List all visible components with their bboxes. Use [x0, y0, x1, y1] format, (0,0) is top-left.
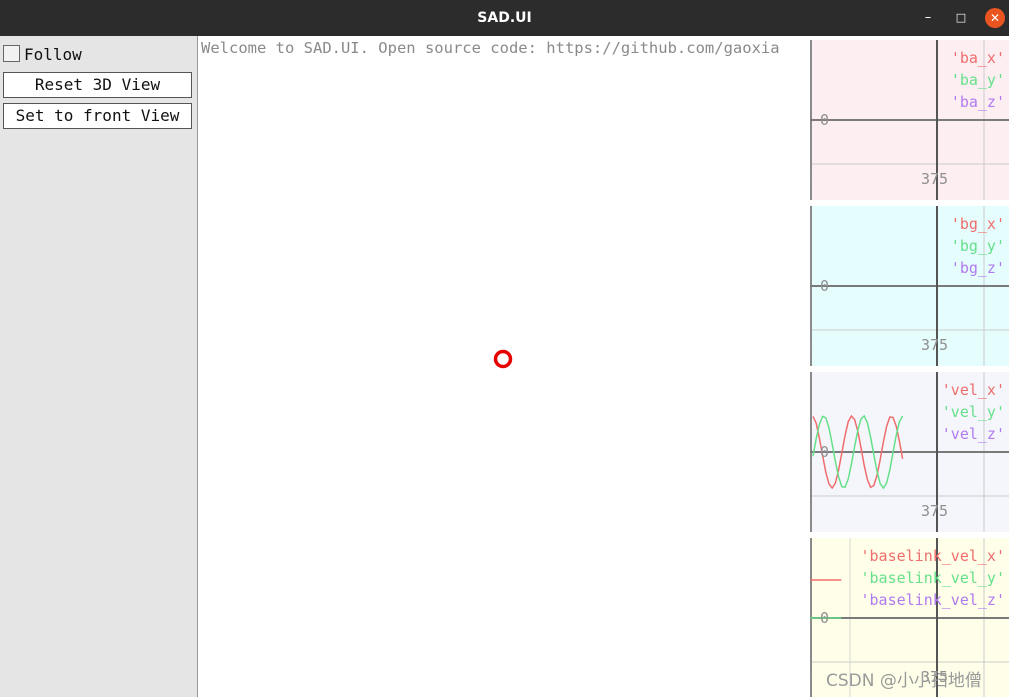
plot-baselink-vel-legend: 'baselink_vel_x' 'baselink_vel_y' 'basel…	[861, 545, 1006, 611]
legend-entry-baselink-vel-y: 'baselink_vel_y'	[860, 569, 1006, 587]
x-tick-label: 375	[921, 170, 949, 188]
set-front-view-button[interactable]: Set to front View	[3, 103, 192, 129]
y-tick-label: 0	[820, 609, 830, 627]
x-tick-label: 0	[810, 336, 813, 354]
control-panel: Follow Reset 3D View Set to front View	[0, 36, 198, 697]
legend-entry-baselink-vel-z: 'baselink_vel_z'	[860, 591, 1006, 609]
x-tick-label: 0	[810, 668, 813, 686]
x-tick-label: 375	[921, 336, 949, 354]
legend-entry-ba-z: 'ba_z'	[950, 93, 1005, 111]
reset-3d-view-button[interactable]: Reset 3D View	[3, 72, 192, 98]
legend-entry-vel-x: 'vel_x'	[941, 381, 1005, 399]
y-tick-label: 0	[820, 277, 830, 295]
legend-entry-bg-y: 'bg_y'	[950, 237, 1005, 255]
y-tick-label: 0	[820, 111, 830, 129]
plot-bg-legend: 'bg_x' 'bg_y' 'bg_z'	[951, 213, 1005, 279]
legend-entry-vel-y: 'vel_y'	[941, 403, 1005, 421]
plot-vel-legend: 'vel_x' 'vel_y' 'vel_z'	[942, 379, 1005, 445]
legend-entry-vel-z: 'vel_z'	[941, 425, 1005, 443]
window-title: SAD.UI	[477, 10, 532, 26]
close-icon[interactable]: ✕	[985, 8, 1005, 28]
legend-entry-ba-x: 'ba_x'	[950, 49, 1005, 67]
legend-entry-bg-x: 'bg_x'	[950, 215, 1005, 233]
follow-checkbox[interactable]	[3, 45, 20, 62]
plot-panel: 'ba_x' 'ba_y' 'ba_z' 0 0 375 'bg_x' 'bg_…	[810, 36, 1009, 697]
3d-viewport[interactable]: Welcome to SAD.UI. Open source code: htt…	[198, 36, 810, 697]
plot-ba[interactable]: 'ba_x' 'ba_y' 'ba_z' 0 0 375	[810, 40, 1009, 200]
title-bar: SAD.UI – □ ✕	[0, 0, 1009, 36]
legend-entry-ba-y: 'ba_y'	[950, 71, 1005, 89]
plot-ba-legend: 'ba_x' 'ba_y' 'ba_z'	[951, 47, 1005, 113]
maximize-icon[interactable]: □	[951, 8, 971, 28]
plot-vel[interactable]: 'vel_x' 'vel_y' 'vel_z' 0 0 375	[810, 372, 1009, 532]
legend-entry-bg-z: 'bg_z'	[950, 259, 1005, 277]
y-tick-label: 0	[820, 443, 830, 461]
plot-bg[interactable]: 'bg_x' 'bg_y' 'bg_z' 0 0 375	[810, 206, 1009, 366]
follow-label: Follow	[24, 45, 82, 64]
app-window: SAD.UI – □ ✕ Follow Reset 3D View Set to…	[0, 0, 1009, 697]
csdn-watermark: CSDN @小小扫地僧	[826, 671, 982, 691]
legend-entry-baselink-vel-x: 'baselink_vel_x'	[860, 547, 1006, 565]
x-tick-label: 0	[810, 502, 813, 520]
vehicle-marker-icon	[493, 349, 513, 369]
x-tick-label: 375	[921, 502, 949, 520]
welcome-text: Welcome to SAD.UI. Open source code: htt…	[201, 39, 780, 57]
minimize-icon[interactable]: –	[918, 8, 938, 28]
x-tick-label: 0	[810, 170, 813, 188]
